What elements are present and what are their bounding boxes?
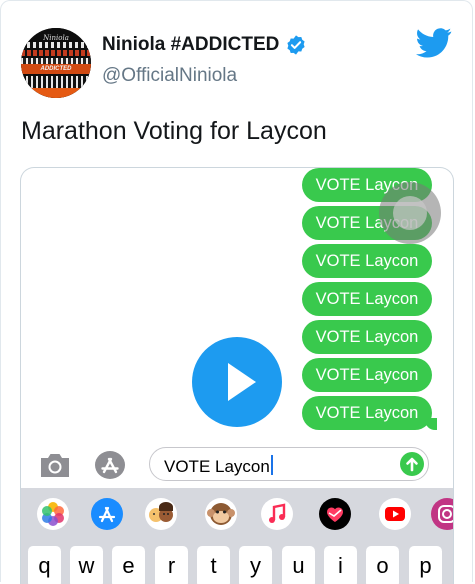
app-store-button-icon[interactable] (93, 450, 127, 480)
app-store-icon[interactable] (91, 498, 123, 530)
twitter-bird-icon[interactable] (416, 28, 452, 58)
key-i[interactable]: i (324, 546, 357, 584)
display-name-row[interactable]: Niniola #ADDICTED (102, 34, 307, 56)
memoji-icon[interactable] (145, 498, 177, 530)
camera-icon[interactable] (38, 451, 72, 479)
key-p[interactable]: p (409, 546, 442, 584)
message-bubble: VOTE Laycon (302, 320, 432, 354)
key-o[interactable]: o (366, 546, 399, 584)
message-bubble: VOTE Laycon (302, 396, 437, 430)
youtube-icon[interactable] (379, 498, 411, 530)
key-r[interactable]: r (155, 546, 188, 584)
monkey-animoji-icon[interactable] (205, 498, 237, 530)
app-drawer (21, 488, 453, 538)
text-cursor (270, 455, 273, 475)
message-bubble: VOTE Laycon (302, 282, 432, 316)
keyboard: q w e r t y u i o p (21, 538, 453, 584)
message-bubble: VOTE Laycon (302, 358, 432, 392)
instagram-icon[interactable] (431, 498, 453, 530)
touch-indicator (379, 182, 441, 244)
avatar-script-text: Niniola (43, 34, 69, 42)
tweet-card[interactable]: Niniola ADDICTED Niniola #ADDICTED @Offi… (0, 0, 473, 584)
tweet-text: Marathon Voting for Laycon (21, 117, 327, 145)
message-input-value: VOTE Laycon (164, 457, 270, 476)
key-t[interactable]: t (197, 546, 230, 584)
music-icon[interactable] (261, 498, 293, 530)
avatar[interactable]: Niniola ADDICTED (21, 28, 91, 98)
avatar-banner-text: ADDICTED (40, 66, 72, 72)
display-name[interactable]: Niniola #ADDICTED (102, 34, 279, 56)
play-button[interactable] (192, 337, 282, 427)
message-bubble: VOTE Laycon (302, 244, 432, 278)
send-button[interactable] (400, 452, 424, 476)
handle[interactable]: @OfficialNiniola (102, 65, 237, 87)
key-q[interactable]: q (28, 546, 61, 584)
digital-touch-icon[interactable] (319, 498, 351, 530)
key-u[interactable]: u (282, 546, 315, 584)
message-input[interactable]: VOTE Laycon (149, 447, 429, 481)
key-y[interactable]: y (239, 546, 272, 584)
arrow-up-icon (406, 457, 418, 472)
key-w[interactable]: w (70, 546, 103, 584)
verified-badge-icon (287, 35, 305, 55)
key-e[interactable]: e (112, 546, 145, 584)
photos-icon[interactable] (37, 498, 69, 530)
message-composer: VOTE Laycon (21, 442, 453, 488)
tweet-video[interactable]: VOTE Laycon VOTE Laycon VOTE Laycon VOTE… (20, 167, 454, 584)
